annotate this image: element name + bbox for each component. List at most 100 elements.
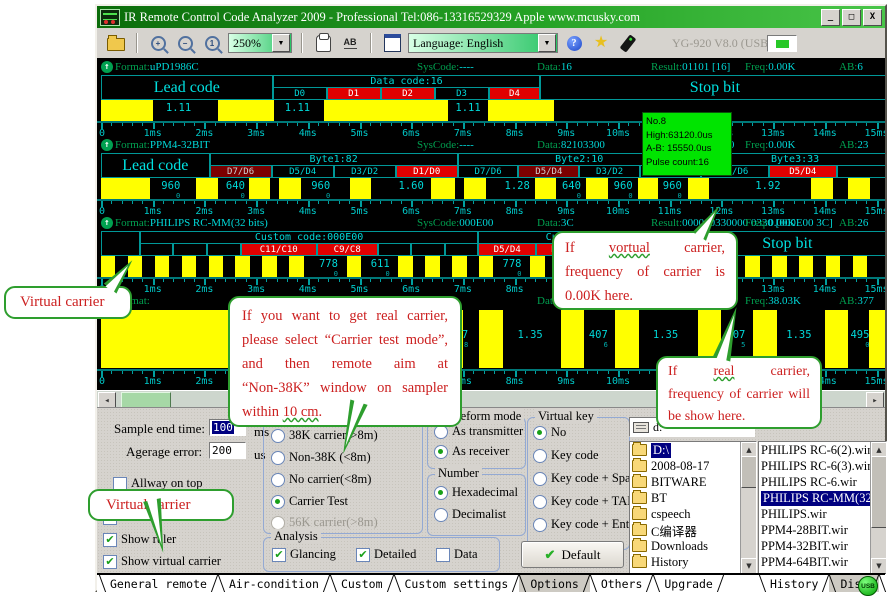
file-item[interactable]: PPM4-28BIT.wir — [759, 522, 886, 538]
help-button[interactable]: ? — [563, 32, 585, 54]
checkbox-show-virtual-carrier[interactable]: ✔Show virtual carrier — [103, 554, 221, 569]
checkbox-data[interactable]: Data — [436, 547, 478, 562]
default-button[interactable]: ✔Default — [521, 541, 624, 568]
tab-history[interactable]: History — [759, 575, 829, 592]
pan-hand-button[interactable] — [312, 32, 334, 54]
folder-item[interactable]: D:\ — [630, 442, 756, 458]
upload-arrow-button[interactable]: ↑ — [101, 61, 113, 73]
ruler-tick-minor — [246, 279, 247, 282]
tab-upgrade[interactable]: Upgrade — [653, 575, 723, 592]
upload-arrow-button[interactable]: ↑ — [101, 217, 113, 229]
radio-dot — [434, 486, 448, 500]
waveform-bar — [488, 100, 555, 121]
tab-general-remote[interactable]: General remote — [99, 575, 218, 592]
ruler-label: 14ms — [813, 128, 837, 139]
radio-key-code[interactable]: Key code — [533, 448, 599, 463]
scrollbar-thumb[interactable] — [741, 456, 757, 488]
open-file-button[interactable] — [105, 32, 127, 54]
ruler-tick-minor — [732, 201, 733, 204]
folder-item[interactable]: BT — [630, 490, 756, 506]
scroll-down-arrow[interactable]: ▼ — [871, 558, 887, 574]
scroll-down-arrow[interactable]: ▼ — [741, 558, 757, 574]
zoom-level-select[interactable]: 250%▼ — [228, 33, 292, 53]
radio-label: 38K carrier(>8m) — [289, 428, 378, 443]
tab-custom[interactable]: Custom — [330, 575, 394, 592]
ruler-tick-minor — [577, 201, 578, 204]
radio-carrier-test[interactable]: Carrier Test — [271, 494, 348, 509]
zoom-out-button[interactable]: − — [174, 32, 196, 54]
tab-custom-settings[interactable]: Custom settings — [394, 575, 520, 592]
file-item[interactable]: PPM4-64BIT.wir — [759, 554, 886, 570]
radio-no-carrier-8m-[interactable]: No carrier(<8m) — [271, 472, 371, 487]
file-item[interactable]: PPM4-32BIT.wir — [759, 538, 886, 554]
radio-key-code-tab[interactable]: Key code + TAB — [533, 494, 636, 509]
segment-cell — [378, 243, 412, 256]
tab-others[interactable]: Others — [590, 575, 654, 592]
folder-list[interactable]: D:\2008-08-17BITWAREBTcspeechC编译器Downloa… — [629, 441, 757, 575]
language-select[interactable]: Language: English▼ — [408, 33, 558, 53]
file-item[interactable]: PHILIPS RC-6.wir — [759, 474, 886, 490]
radio-key-code-enter[interactable]: Key code + Enter — [533, 517, 639, 532]
vertical-scrollbar[interactable]: ▲▼ — [870, 442, 886, 574]
radio-label: Hexadecimal — [452, 485, 518, 500]
maximize-button[interactable]: □ — [842, 9, 861, 26]
radio-as-receiver[interactable]: As receiver — [434, 444, 509, 459]
folder-item[interactable]: 2008-08-17 — [630, 458, 756, 474]
ruler-tick-minor — [318, 123, 319, 126]
folder-item[interactable]: C编译器 — [630, 522, 756, 538]
ab-measure-button[interactable]: AB — [339, 32, 361, 54]
file-item[interactable]: PHILIPS.wir — [759, 506, 886, 522]
radio-key-code-space[interactable]: Key code + Space — [533, 471, 642, 486]
ruler-tick-minor — [763, 201, 764, 204]
tab-options[interactable]: Options — [519, 575, 589, 592]
folder-item[interactable]: Downloads — [630, 538, 756, 554]
checkbox-label: Detailed — [374, 547, 416, 562]
chevron-down-icon[interactable]: ▼ — [538, 34, 556, 52]
vertical-scrollbar[interactable]: ▲▼ — [740, 442, 756, 574]
file-list[interactable]: PHILIPS RC-6(2).wirPHILIPS RC-6(3).wirPH… — [758, 441, 887, 575]
file-item[interactable]: PHILIPS RC-6(3).wir — [759, 458, 886, 474]
remote-button[interactable] — [617, 32, 639, 54]
file-item[interactable]: PHILIPS RC-MM(32 bits).wir — [759, 490, 886, 506]
radio-56k-carrier-8m-[interactable]: 56K carrier(>8m) — [271, 515, 378, 530]
zoom-actual-button[interactable]: 1 — [201, 32, 223, 54]
zoom-in-button[interactable]: + — [147, 32, 169, 54]
scrollbar-thumb[interactable] — [871, 456, 887, 528]
chevron-down-icon[interactable]: ▼ — [272, 34, 290, 52]
radio-dot — [533, 495, 547, 509]
favorites-button[interactable]: ★ — [590, 32, 612, 54]
file-name: PHILIPS RC-6(3).wir — [761, 459, 871, 474]
callout-line: frequency of carrier will — [668, 384, 810, 407]
radio-hexadecimal[interactable]: Hexadecimal — [434, 485, 518, 500]
minimize-button[interactable]: _ — [821, 9, 840, 26]
folder-item[interactable]: cspeech — [630, 506, 756, 522]
waveform-bar — [101, 178, 150, 199]
waveform-bar — [196, 178, 218, 199]
header-field-format: Format:PHILIPS RC-MM(32 bits) — [115, 217, 268, 229]
tab-air-condition[interactable]: Air-condition — [218, 575, 330, 592]
radio-38k-carrier-8m-[interactable]: 38K carrier(>8m) — [271, 428, 378, 443]
tab-favorites[interactable]: Favorites — [879, 575, 890, 592]
ruler-tick-minor — [391, 123, 392, 126]
ruler-tick-minor — [690, 201, 691, 204]
radio-no[interactable]: No — [533, 425, 566, 440]
checkbox-glancing[interactable]: ✔Glancing — [272, 547, 336, 562]
checkbox-detailed[interactable]: ✔Detailed — [356, 547, 416, 562]
file-item[interactable]: PHILIPS RC-6(2).wir — [759, 442, 886, 458]
ruler-tick-minor — [628, 371, 629, 374]
folder-name: cspeech — [651, 507, 691, 522]
ruler-tick-minor — [215, 201, 216, 204]
radio-decimalist[interactable]: Decimalist — [434, 507, 506, 522]
ruler-label: 1ms — [144, 128, 162, 139]
window-mode-button[interactable] — [381, 32, 403, 54]
file-name: PHILIPS RC-6(2).wir — [761, 443, 871, 458]
upload-arrow-button[interactable]: ↑ — [101, 139, 113, 151]
ruler-label: 15ms — [864, 206, 885, 217]
close-button[interactable]: X — [863, 9, 882, 26]
average-error-input[interactable]: 200 — [209, 442, 246, 459]
segment-cells: D0D1D2D3D4 — [273, 87, 541, 100]
folder-item[interactable]: BITWARE — [630, 474, 756, 490]
ruler-tick-minor — [328, 201, 329, 204]
folder-item[interactable]: History — [630, 554, 756, 570]
radio-non-38k-8m-[interactable]: Non-38K (<8m) — [271, 450, 371, 465]
